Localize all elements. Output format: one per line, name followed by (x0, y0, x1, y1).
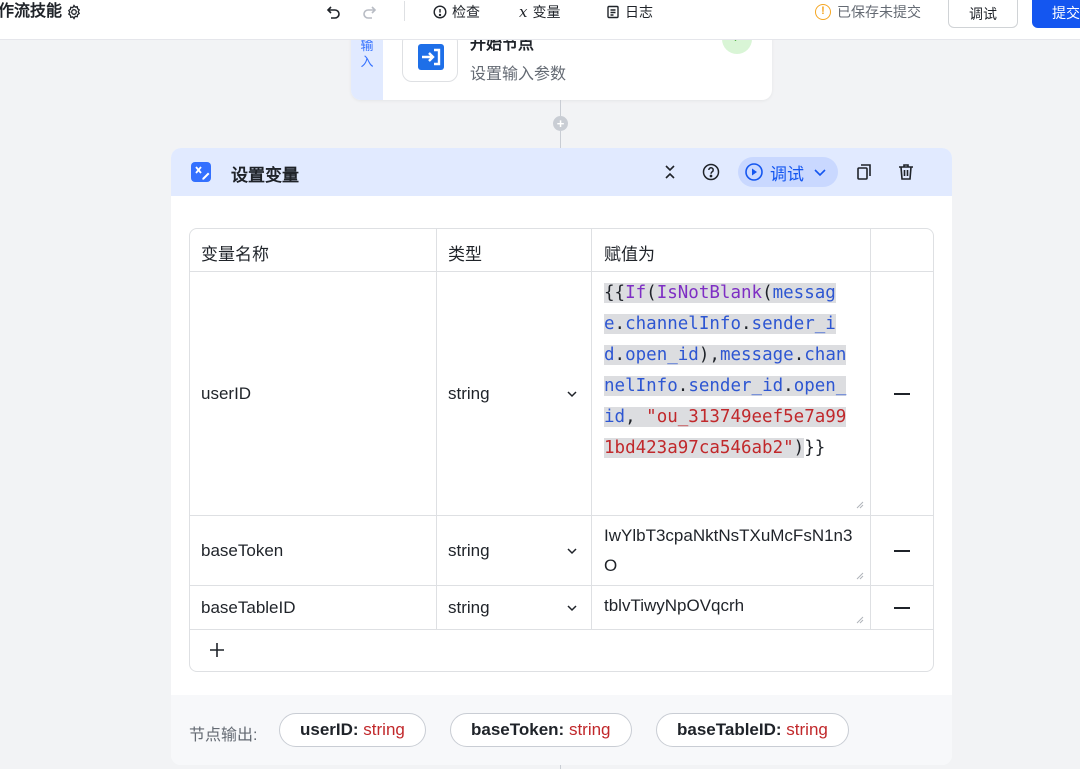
submit-button[interactable]: 提交 (1032, 0, 1080, 28)
output-chip[interactable]: baseToken: string (450, 713, 632, 747)
connector-line (560, 131, 561, 148)
value-input[interactable]: tblvTiwyNpOVqcrh (604, 591, 854, 621)
node-debug-button[interactable]: 调试 (738, 157, 838, 187)
row-divider (190, 629, 933, 630)
chevron-down-icon[interactable] (565, 601, 579, 615)
header-value: 赋值为 (604, 245, 655, 264)
edit-variable-icon (191, 162, 211, 182)
chevron-down-icon[interactable] (565, 387, 579, 401)
remove-row-button[interactable] (894, 607, 910, 609)
row-divider (190, 515, 933, 516)
output-name: baseTableID: (677, 720, 782, 739)
gear-icon[interactable] (66, 4, 82, 20)
header-variable-name: 变量名称 (201, 245, 269, 264)
expression-token: . (741, 314, 752, 334)
save-status-text: 已保存未提交 (837, 4, 921, 20)
node-debug-label: 调试 (770, 164, 804, 184)
expression-token: open_id (625, 345, 699, 365)
value-expression-editor[interactable]: {{If(IsNotBlank(message.channelInfo.send… (604, 278, 856, 464)
copy-icon[interactable] (854, 162, 874, 182)
check-button[interactable]: 检查 (433, 0, 480, 24)
variable-table: 变量名称 类型 赋值为 userID string {{If(IsNotBlan… (189, 228, 934, 672)
variable-name-input[interactable]: userID (201, 384, 251, 404)
debug-button[interactable]: 调试 (948, 0, 1018, 28)
type-select[interactable]: string (448, 384, 490, 404)
output-type: string (781, 720, 828, 739)
fx-icon: 𝑥 (519, 3, 528, 21)
column-divider (870, 229, 871, 629)
info-circle-icon (433, 5, 447, 19)
expression-token: . (614, 345, 626, 365)
expression-token: . (783, 376, 794, 396)
expression-token: channelInfo (625, 314, 741, 334)
node-output-label: 节点输出: (189, 727, 258, 744)
play-circle-icon (745, 163, 763, 181)
header-type: 类型 (448, 245, 482, 264)
row-divider (190, 271, 933, 272)
resize-handle-icon[interactable] (854, 570, 864, 580)
log-label: 日志 (625, 4, 653, 20)
expression-token: . (677, 376, 689, 396)
resize-handle-icon[interactable] (854, 499, 864, 509)
variable-label: 变量 (532, 4, 561, 20)
connector-line (560, 100, 561, 116)
output-chip[interactable]: baseTableID: string (656, 713, 849, 747)
expression-token: sender_id (688, 376, 784, 396)
remove-row-button[interactable] (894, 550, 910, 552)
expression-token: ( (646, 283, 657, 303)
type-select[interactable]: string (448, 598, 490, 618)
expression-token: IsNotBlank (656, 283, 763, 303)
delete-icon[interactable] (896, 162, 916, 182)
variable-button[interactable]: 𝑥 变量 (519, 0, 560, 24)
variable-name-input[interactable]: baseToken (201, 541, 283, 561)
chevron-down-icon (814, 169, 826, 177)
expression-token: . (614, 314, 626, 334)
collapse-icon[interactable] (660, 162, 680, 182)
output-type: string (358, 720, 405, 739)
expression-token: ( (762, 283, 773, 303)
resize-handle-icon[interactable] (854, 614, 864, 624)
start-node-tag-text: 输入 (360, 38, 374, 69)
document-icon (607, 5, 619, 19)
chevron-down-icon[interactable] (565, 544, 579, 558)
redo-icon[interactable] (360, 3, 378, 21)
undo-icon[interactable] (325, 3, 343, 21)
warning-icon: ! (815, 4, 831, 20)
output-name: baseToken: (471, 720, 565, 739)
help-icon[interactable] (701, 162, 721, 182)
node-header: 设置变量 调试 (171, 148, 952, 196)
value-input[interactable]: IwYlbT3cpaNktNsTXuMcFsN1n3O (604, 521, 858, 581)
expression-token: message (719, 345, 794, 365)
top-toolbar: 工作流技能 检查 𝑥 变量 日志 ! 已保存未提交 调试 提交 (0, 0, 1080, 40)
expression-token: }} (804, 438, 826, 458)
toolbar-divider (404, 1, 405, 21)
expression-token: . (793, 345, 805, 365)
remove-row-button[interactable] (894, 393, 910, 395)
node-output-bar: 节点输出: userID: string baseToken: string b… (171, 695, 952, 765)
row-divider (190, 585, 933, 586)
expression-token: {{ (604, 283, 626, 303)
expression-token: , (625, 407, 647, 427)
output-type: string (564, 720, 611, 739)
expression-token: ) (793, 438, 805, 458)
connector-line (560, 765, 561, 769)
add-row-icon[interactable] (208, 641, 226, 659)
check-label: 检查 (452, 4, 480, 20)
output-name: userID: (300, 720, 359, 739)
variable-name-input[interactable]: baseTableID (201, 598, 296, 618)
column-divider (436, 229, 437, 629)
type-select[interactable]: string (448, 541, 490, 561)
node-title: 设置变量 (231, 166, 299, 185)
log-button[interactable]: 日志 (606, 0, 653, 24)
enter-icon (418, 44, 444, 70)
expression-token: If (625, 283, 647, 303)
save-status: ! 已保存未提交 (815, 0, 921, 24)
app-title: 工作流技能 (0, 3, 63, 20)
output-chip[interactable]: userID: string (279, 713, 426, 747)
set-variable-node[interactable]: 设置变量 调试 变量名称 类型 赋值为 userID string {{If(I… (171, 148, 952, 765)
add-node-icon[interactable]: + (553, 116, 568, 131)
column-divider (591, 229, 592, 629)
start-node-subtitle: 设置输入参数 (470, 66, 567, 83)
expression-token: ), (698, 345, 720, 365)
